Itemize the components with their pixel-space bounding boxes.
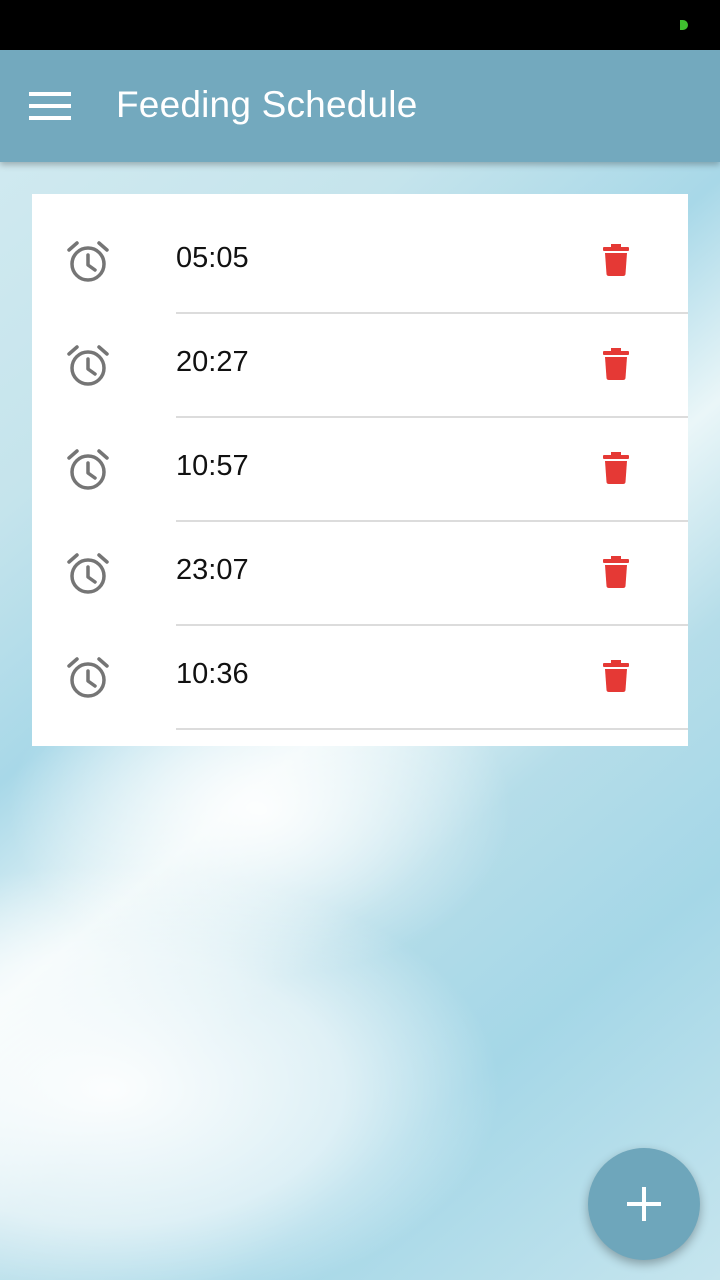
trash-icon bbox=[603, 556, 629, 588]
menu-button[interactable] bbox=[18, 76, 82, 136]
feeding-time: 10:57 bbox=[176, 450, 249, 482]
plus-icon bbox=[627, 1187, 661, 1221]
schedule-list: 05:05 20:27 10:57 23:07 10:36 bbox=[32, 194, 688, 746]
schedule-row[interactable]: 20:27 bbox=[32, 298, 688, 418]
delete-button[interactable] bbox=[594, 550, 638, 594]
trash-icon bbox=[603, 348, 629, 380]
delete-button[interactable] bbox=[594, 342, 638, 386]
delete-button[interactable] bbox=[594, 238, 638, 282]
app-bar: Feeding Schedule bbox=[0, 50, 720, 162]
add-schedule-button[interactable] bbox=[588, 1148, 700, 1260]
row-divider bbox=[176, 728, 688, 730]
delete-button[interactable] bbox=[594, 654, 638, 698]
delete-button[interactable] bbox=[594, 446, 638, 490]
feeding-time: 05:05 bbox=[176, 242, 249, 274]
trash-icon bbox=[603, 244, 629, 276]
trash-icon bbox=[603, 660, 629, 692]
alarm-clock-icon bbox=[66, 448, 110, 492]
notification-dot bbox=[680, 20, 688, 30]
schedule-row[interactable]: 05:05 bbox=[32, 194, 688, 314]
alarm-clock-icon bbox=[66, 240, 110, 284]
page-title: Feeding Schedule bbox=[116, 84, 418, 125]
alarm-clock-icon bbox=[66, 552, 110, 596]
alarm-clock-icon bbox=[66, 344, 110, 388]
status-bar bbox=[0, 0, 720, 50]
feeding-time: 20:27 bbox=[176, 346, 249, 378]
alarm-clock-icon bbox=[66, 656, 110, 700]
schedule-row[interactable]: 10:36 bbox=[32, 610, 688, 730]
feeding-time: 23:07 bbox=[176, 554, 249, 586]
schedule-row[interactable]: 23:07 bbox=[32, 506, 688, 626]
hamburger-menu-icon bbox=[29, 92, 71, 120]
schedule-row[interactable]: 10:57 bbox=[32, 402, 688, 522]
feeding-time: 10:36 bbox=[176, 658, 249, 690]
trash-icon bbox=[603, 452, 629, 484]
